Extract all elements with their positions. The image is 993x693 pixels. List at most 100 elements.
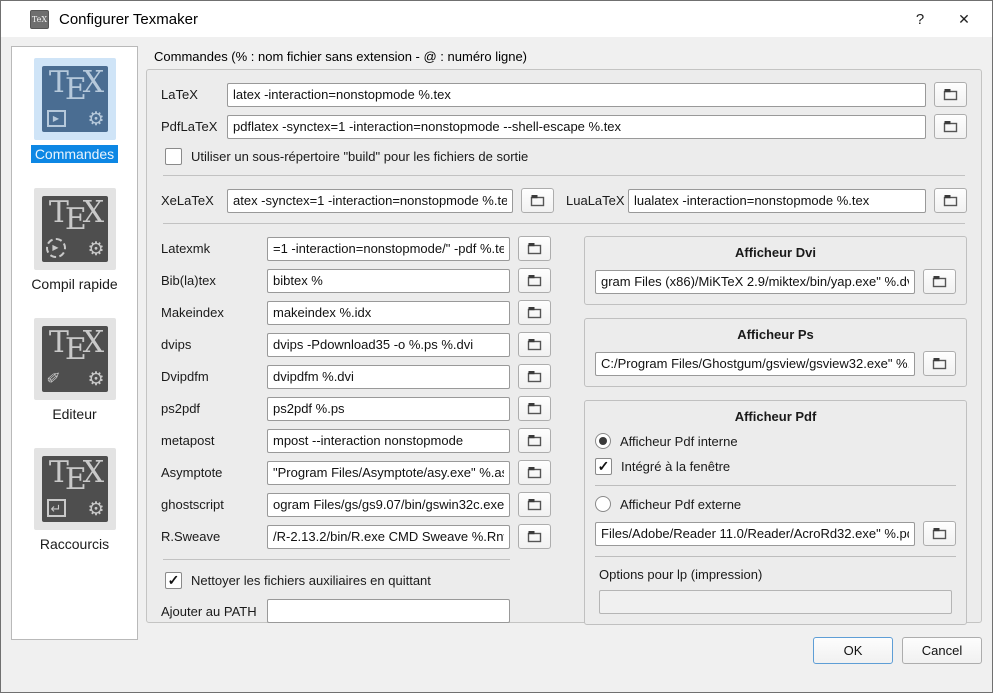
dvipdfm-command-input[interactable] xyxy=(267,365,510,389)
help-button[interactable]: ? xyxy=(898,1,942,37)
pdf-browse-button[interactable] xyxy=(923,521,956,546)
pdf-embedded-checkbox[interactable] xyxy=(595,458,612,475)
dvi-viewer-box: Afficheur Dvi xyxy=(584,236,967,305)
build-subdir-checkbox[interactable] xyxy=(165,148,182,165)
pdf-external-radio[interactable] xyxy=(595,496,611,512)
dvipdfm-label: Dvipdfm xyxy=(161,369,267,384)
pdf-external-label: Afficheur Pdf externe xyxy=(620,497,741,512)
makeindex-command-input[interactable] xyxy=(267,301,510,325)
folder-icon xyxy=(527,306,542,319)
dvips-command-input[interactable] xyxy=(267,333,510,357)
gear-icon: ⚙ xyxy=(87,240,104,259)
commands-group-title: Commandes (% : nom fichier sans extensio… xyxy=(154,49,982,64)
ghostscript-browse-button[interactable] xyxy=(518,492,551,517)
cleanup-label: Nettoyer les fichiers auxiliaires en qui… xyxy=(191,573,431,588)
tool-commands-column: Latexmk Bib(la)tex Makeindex xyxy=(161,236,566,630)
makeindex-label: Makeindex xyxy=(161,305,267,320)
latex-browse-button[interactable] xyxy=(934,82,967,107)
folder-icon xyxy=(530,194,545,207)
app-icon: TeX xyxy=(30,10,49,29)
ok-button[interactable]: OK xyxy=(813,637,893,664)
xelatex-command-input[interactable] xyxy=(227,189,513,213)
metapost-command-input[interactable] xyxy=(267,429,510,453)
pdf-internal-row: Afficheur Pdf interne xyxy=(595,433,956,449)
pdf-internal-radio[interactable] xyxy=(595,433,611,449)
gear-icon: ⚙ xyxy=(87,110,104,129)
separator xyxy=(595,556,956,557)
path-row: Ajouter au PATH xyxy=(161,599,566,623)
commandes-icon: TEX ▶ ⚙ xyxy=(34,58,116,140)
latexmk-command-input[interactable] xyxy=(267,237,510,261)
latexmk-label: Latexmk xyxy=(161,241,267,256)
rsweave-label: R.Sweave xyxy=(161,529,267,544)
path-label: Ajouter au PATH xyxy=(161,604,267,619)
latex-label: LaTeX xyxy=(161,87,227,102)
ps-viewer-input[interactable] xyxy=(595,352,915,376)
lualatex-label: LuaLaTeX xyxy=(566,193,628,208)
raccourcis-icon: TEX ↵ ⚙ xyxy=(34,448,116,530)
makeindex-browse-button[interactable] xyxy=(518,300,551,325)
sidebar-item-compil-rapide[interactable]: TEX ▶ ⚙ Compil rapide xyxy=(27,188,121,293)
tex-logo-text: TEX xyxy=(49,458,100,488)
metapost-label: metapost xyxy=(161,433,267,448)
xelatex-label: XeLaTeX xyxy=(161,193,227,208)
dvi-viewer-input[interactable] xyxy=(595,270,915,294)
ps2pdf-command-input[interactable] xyxy=(267,397,510,421)
dialog-footer: OK Cancel xyxy=(146,637,982,664)
editeur-icon: TEX ✏ ⚙ xyxy=(34,318,116,400)
lualatex-command-input[interactable] xyxy=(628,189,926,213)
folder-icon xyxy=(527,466,542,479)
pdflatex-browse-button[interactable] xyxy=(934,114,967,139)
folder-icon xyxy=(943,88,958,101)
makeindex-row: Makeindex xyxy=(161,300,566,325)
rsweave-row: R.Sweave xyxy=(161,524,566,549)
lualatex-browse-button[interactable] xyxy=(934,188,967,213)
cancel-button[interactable]: Cancel xyxy=(902,637,982,664)
dvi-viewer-row xyxy=(595,269,956,294)
build-subdir-label: Utiliser un sous-répertoire "build" pour… xyxy=(191,149,528,164)
pdf-external-row: Afficheur Pdf externe xyxy=(595,496,956,512)
dvi-browse-button[interactable] xyxy=(923,269,956,294)
latex-command-input[interactable] xyxy=(227,83,926,107)
pdf-external-input[interactable] xyxy=(595,522,915,546)
separator xyxy=(163,175,965,176)
sidebar-item-editeur[interactable]: TEX ✏ ⚙ Editeur xyxy=(34,318,116,423)
tex-logo-icon: TEX ▶ ⚙ xyxy=(42,66,108,132)
return-key-icon: ↵ xyxy=(47,499,66,517)
folder-icon xyxy=(932,275,947,288)
dvipdfm-browse-button[interactable] xyxy=(518,364,551,389)
biblatex-browse-button[interactable] xyxy=(518,268,551,293)
close-button[interactable]: ✕ xyxy=(942,1,986,37)
sidebar-item-label: Editeur xyxy=(48,405,100,423)
cleanup-checkbox[interactable] xyxy=(165,572,182,589)
ps-browse-button[interactable] xyxy=(923,351,956,376)
folder-icon xyxy=(932,357,947,370)
folder-icon xyxy=(527,274,542,287)
path-input[interactable] xyxy=(267,599,510,623)
ghostscript-command-input[interactable] xyxy=(267,493,510,517)
pdf-embedded-row: Intégré à la fenêtre xyxy=(595,458,956,475)
pdflatex-command-input[interactable] xyxy=(227,115,926,139)
ps2pdf-row: ps2pdf xyxy=(161,396,566,421)
pdf-embedded-label: Intégré à la fenêtre xyxy=(621,459,730,474)
folder-icon xyxy=(527,338,542,351)
dvips-browse-button[interactable] xyxy=(518,332,551,357)
biblatex-command-input[interactable] xyxy=(267,269,510,293)
metapost-browse-button[interactable] xyxy=(518,428,551,453)
rsweave-browse-button[interactable] xyxy=(518,524,551,549)
build-subdir-row: Utiliser un sous-répertoire "build" pour… xyxy=(165,148,967,165)
rsweave-command-input[interactable] xyxy=(267,525,510,549)
ghostscript-row: ghostscript xyxy=(161,492,566,517)
asymptote-command-input[interactable] xyxy=(267,461,510,485)
pencil-icon: ✏ xyxy=(43,366,65,388)
separator xyxy=(163,559,510,560)
folder-icon xyxy=(943,120,958,133)
asymptote-browse-button[interactable] xyxy=(518,460,551,485)
tex-logo-icon: TEX ↵ ⚙ xyxy=(42,456,108,522)
sidebar-item-commandes[interactable]: TEX ▶ ⚙ Commandes xyxy=(31,58,118,163)
latexmk-browse-button[interactable] xyxy=(518,236,551,261)
ps2pdf-browse-button[interactable] xyxy=(518,396,551,421)
lp-options-input xyxy=(599,590,952,614)
xelatex-browse-button[interactable] xyxy=(521,188,554,213)
sidebar-item-raccourcis[interactable]: TEX ↵ ⚙ Raccourcis xyxy=(34,448,116,553)
